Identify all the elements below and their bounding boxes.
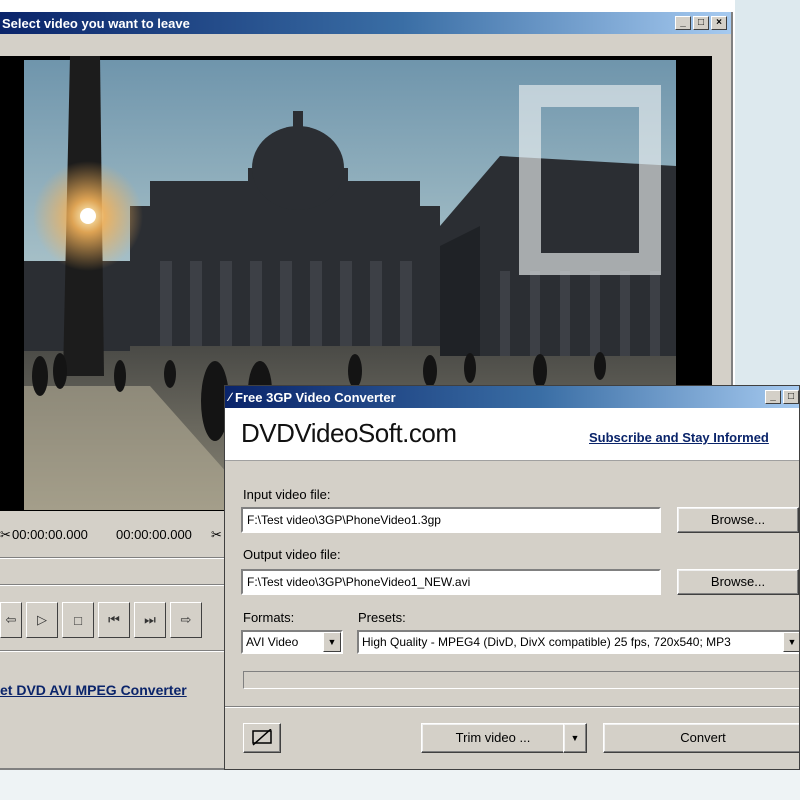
start-time: 00:00:00.000	[12, 527, 88, 542]
trim-options-button[interactable]: ▼	[563, 723, 587, 753]
input-browse-button[interactable]: Browse...	[677, 507, 799, 533]
prev-frame-icon: ⏮	[108, 612, 120, 627]
maximize-button[interactable]: □	[693, 16, 709, 30]
desktop-background-bottom	[0, 770, 800, 800]
rewind-icon: ⇦	[5, 612, 17, 627]
screen-off-icon	[252, 729, 272, 746]
convert-button[interactable]: Convert	[603, 723, 799, 753]
minimize-button[interactable]: _	[765, 390, 781, 404]
formats-select[interactable]: AVI Video ▼	[241, 630, 343, 654]
chevron-down-icon[interactable]: ▼	[323, 632, 341, 652]
play-button[interactable]: ▷	[26, 602, 58, 638]
chevron-down-icon[interactable]: ▼	[783, 632, 799, 652]
formats-select-value: AVI Video	[246, 635, 299, 649]
converter-titlebar[interactable]: ∕ Free 3GP Video Converter _ □	[225, 386, 799, 408]
output-browse-button[interactable]: Browse...	[677, 569, 799, 595]
dvd-converter-link[interactable]: et DVD AVI MPEG Converter	[0, 682, 187, 698]
output-file-field[interactable]: F:\Test video\3GP\PhoneVideo1_NEW.avi	[241, 569, 661, 595]
input-file-field[interactable]: F:\Test video\3GP\PhoneVideo1.3gp	[241, 507, 661, 533]
app-icon: ∕	[229, 390, 232, 404]
output-file-label: Output video file:	[243, 547, 341, 562]
stop-icon: □	[74, 612, 82, 628]
rewind-button[interactable]: ⇦	[0, 602, 22, 638]
screen-toggle-button[interactable]	[243, 723, 281, 753]
next-frame-icon: ⏭	[144, 612, 156, 627]
forward-button[interactable]: ⇨	[170, 602, 202, 638]
presets-select[interactable]: High Quality - MPEG4 (DivD, DivX compati…	[357, 630, 799, 654]
subscribe-link[interactable]: Subscribe and Stay Informed	[589, 430, 769, 445]
brand-logo[interactable]: DVDVideoSoft.com	[241, 418, 457, 449]
minimize-button[interactable]: _	[675, 16, 691, 30]
chevron-down-icon: ▼	[570, 733, 580, 743]
start-scissors-icon[interactable]: ✂	[0, 527, 11, 543]
end-scissors-icon[interactable]: ✂	[211, 527, 222, 543]
close-button[interactable]: ×	[711, 16, 727, 30]
play-icon: ▷	[37, 612, 47, 627]
video-window-title: Select video you want to leave	[2, 15, 190, 31]
brand-header: DVDVideoSoft.com Subscribe and Stay Info…	[225, 408, 799, 461]
transport-controls: ⇦ ▷ □ ⏮ ⏭ ⇨	[0, 602, 202, 638]
action-panel: Trim video ... ▼ Convert	[225, 706, 799, 769]
next-frame-button[interactable]: ⏭	[134, 602, 166, 638]
input-file-label: Input video file:	[243, 487, 331, 502]
presets-label: Presets:	[358, 610, 406, 625]
end-time: 00:00:00.000	[116, 527, 192, 542]
conversion-progress-bar	[243, 671, 799, 689]
maximize-button[interactable]: □	[783, 390, 799, 404]
presets-select-value: High Quality - MPEG4 (DivD, DivX compati…	[362, 635, 731, 649]
prev-frame-button[interactable]: ⏮	[98, 602, 130, 638]
trim-video-button[interactable]: Trim video ...	[421, 723, 565, 753]
formats-label: Formats:	[243, 610, 295, 625]
converter-title: Free 3GP Video Converter	[235, 389, 396, 405]
stop-button[interactable]: □	[62, 602, 94, 638]
forward-icon: ⇨	[180, 612, 192, 627]
converter-window: ∕ Free 3GP Video Converter _ □ DVDVideoS…	[224, 385, 800, 770]
video-window-titlebar[interactable]: Select video you want to leave _ □ ×	[0, 12, 731, 34]
